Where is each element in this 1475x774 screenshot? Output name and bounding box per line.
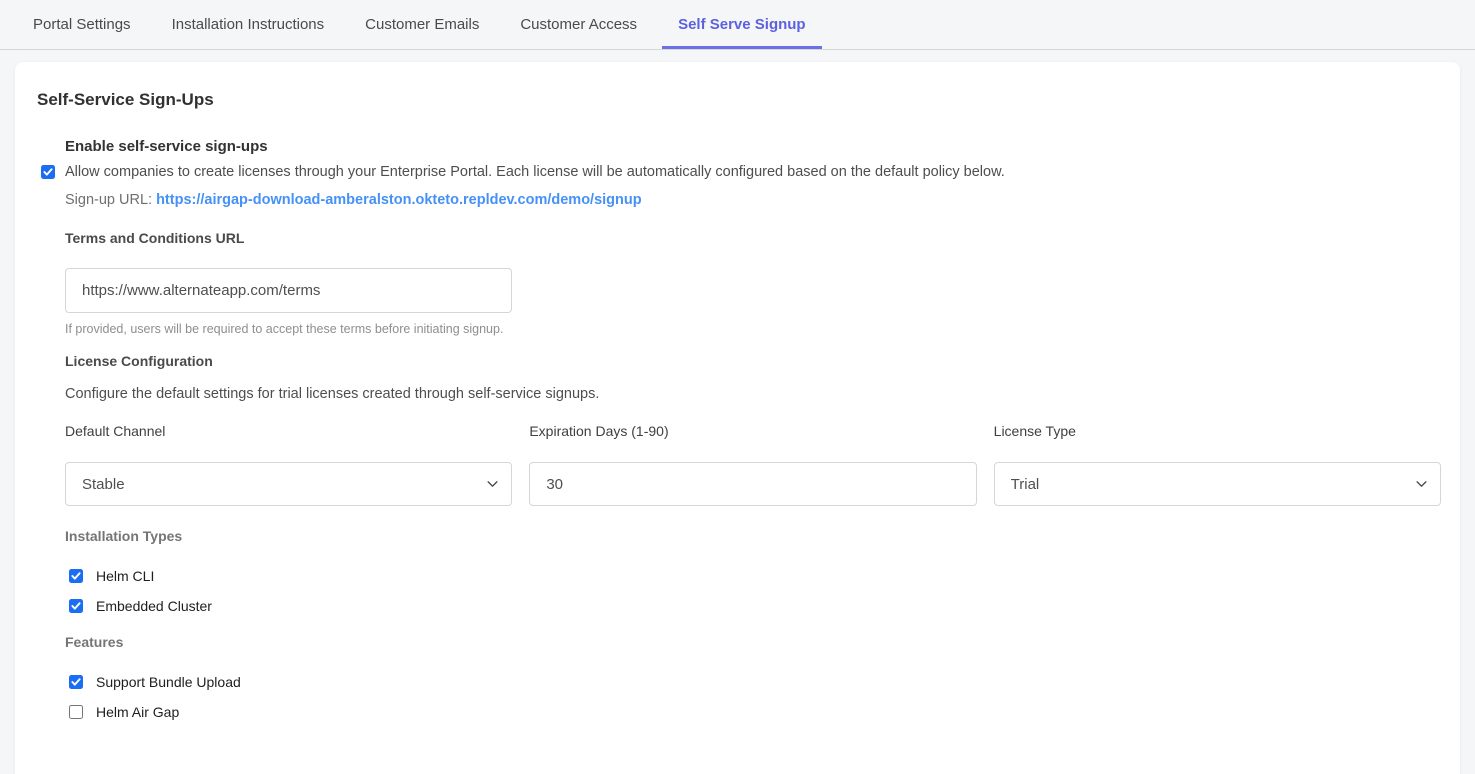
helm-cli-checkbox[interactable] — [69, 569, 83, 583]
support-bundle-upload-checkbox[interactable] — [69, 675, 83, 689]
features-heading: Features — [65, 634, 1441, 650]
signup-url-line: Sign-up URL: https://airgap-download-amb… — [65, 192, 1441, 208]
checkmark-icon — [71, 572, 81, 580]
enable-signups-section: Enable self-service sign-ups Allow compa… — [41, 138, 1441, 208]
embedded-cluster-option[interactable]: Embedded Cluster — [69, 598, 1441, 614]
checkmark-icon — [43, 168, 53, 176]
settings-tab-bar: Portal Settings Installation Instruction… — [0, 0, 1475, 50]
signup-url-link[interactable]: https://airgap-download-amberalston.okte… — [156, 192, 642, 208]
enable-signups-row: Allow companies to create licenses throu… — [41, 163, 1441, 181]
installation-types-section: Installation Types Helm CLI Embedded Clu… — [65, 528, 1441, 614]
helm-cli-label[interactable]: Helm CLI — [96, 568, 154, 584]
license-type-select[interactable]: Trial — [994, 462, 1441, 506]
tab-installation-instructions[interactable]: Installation Instructions — [156, 0, 341, 49]
features-section: Features Support Bundle Upload Helm Air … — [65, 634, 1441, 720]
enable-signups-description: Allow companies to create licenses throu… — [65, 163, 1005, 181]
enable-signups-checkbox[interactable] — [41, 165, 55, 179]
installation-types-heading: Installation Types — [65, 528, 1441, 544]
terms-section: Terms and Conditions URL If provided, us… — [65, 230, 1441, 336]
helm-cli-option[interactable]: Helm CLI — [69, 568, 1441, 584]
expiration-days-input[interactable] — [529, 462, 976, 506]
helm-air-gap-option[interactable]: Helm Air Gap — [69, 704, 1441, 720]
enable-signups-heading: Enable self-service sign-ups — [65, 138, 1441, 155]
expiration-days-label: Expiration Days (1-90) — [529, 423, 976, 439]
support-bundle-upload-label[interactable]: Support Bundle Upload — [96, 674, 241, 690]
tab-self-serve-signup[interactable]: Self Serve Signup — [662, 0, 822, 49]
default-channel-label: Default Channel — [65, 423, 512, 439]
license-config-heading: License Configuration — [65, 353, 1441, 369]
default-channel-field: Default Channel Stable — [65, 423, 512, 506]
license-config-fields: Default Channel Stable Expiration Days (… — [65, 423, 1441, 506]
license-type-label: License Type — [994, 423, 1441, 439]
checkmark-icon — [71, 678, 81, 686]
helm-air-gap-checkbox[interactable] — [69, 705, 83, 719]
terms-url-label: Terms and Conditions URL — [65, 230, 1441, 246]
expiration-days-field: Expiration Days (1-90) — [529, 423, 976, 506]
embedded-cluster-checkbox[interactable] — [69, 599, 83, 613]
tab-portal-settings[interactable]: Portal Settings — [17, 0, 147, 49]
license-config-section: License Configuration Configure the defa… — [65, 353, 1441, 506]
license-type-field: License Type Trial — [994, 423, 1441, 506]
checkmark-icon — [71, 602, 81, 610]
self-serve-signup-panel: Self-Service Sign-Ups Enable self-servic… — [15, 62, 1460, 774]
default-channel-select[interactable]: Stable — [65, 462, 512, 506]
terms-help-text: If provided, users will be required to a… — [65, 322, 1441, 336]
signup-url-label: Sign-up URL: — [65, 192, 152, 208]
helm-air-gap-label[interactable]: Helm Air Gap — [96, 704, 179, 720]
tab-customer-emails[interactable]: Customer Emails — [349, 0, 495, 49]
embedded-cluster-label[interactable]: Embedded Cluster — [96, 598, 212, 614]
support-bundle-upload-option[interactable]: Support Bundle Upload — [69, 674, 1441, 690]
tab-customer-access[interactable]: Customer Access — [504, 0, 653, 49]
license-config-description: Configure the default settings for trial… — [65, 386, 1441, 402]
terms-url-input[interactable] — [65, 268, 512, 313]
page-title: Self-Service Sign-Ups — [37, 90, 1441, 110]
